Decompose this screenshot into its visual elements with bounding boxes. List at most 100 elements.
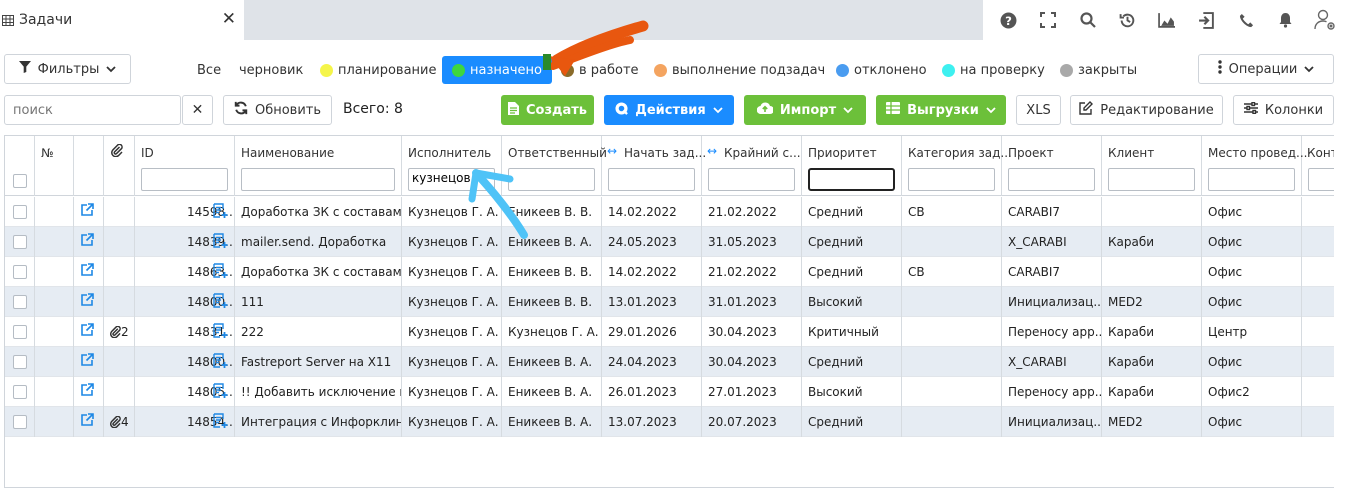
- cell-select[interactable]: [5, 227, 35, 257]
- filter-input-priority[interactable]: [808, 168, 895, 191]
- help-icon[interactable]: ?: [998, 9, 1020, 31]
- filter-input-id[interactable]: [141, 168, 228, 191]
- add-note-icon[interactable]: [213, 380, 228, 407]
- actions-button[interactable]: Действия: [604, 95, 734, 125]
- cell-number[interactable]: [35, 197, 74, 227]
- row-checkbox[interactable]: [13, 385, 27, 399]
- header-responsible[interactable]: Ответственный: [502, 136, 607, 196]
- cell-attachments[interactable]: [104, 197, 135, 227]
- cell-open-link[interactable]: [74, 197, 104, 227]
- create-button[interactable]: Создать: [501, 95, 594, 125]
- row-checkbox[interactable]: [13, 295, 27, 309]
- cell-attachments[interactable]: 2: [104, 317, 135, 347]
- status-filter-review[interactable]: на проверку: [942, 56, 1045, 84]
- cell-open-link[interactable]: [74, 317, 104, 347]
- add-note-icon[interactable]: [213, 410, 228, 437]
- cell-select[interactable]: [5, 197, 35, 227]
- row-checkbox[interactable]: [13, 235, 27, 249]
- operations-button[interactable]: Операции: [1198, 54, 1334, 84]
- cell-attachments[interactable]: [104, 287, 135, 317]
- header-open-link[interactable]: [74, 136, 104, 196]
- header-contact[interactable]: Конт: [1302, 136, 1334, 196]
- header-start-date[interactable]: Начать зад... ↔: [602, 136, 706, 196]
- header-category[interactable]: Категория зад...: [902, 136, 1012, 196]
- external-link-icon[interactable]: [81, 407, 94, 437]
- header-project[interactable]: Проект: [1002, 136, 1102, 196]
- phone-icon[interactable]: [1235, 9, 1257, 31]
- row-checkbox[interactable]: [13, 265, 27, 279]
- columns-button[interactable]: Колонки: [1233, 95, 1334, 125]
- table-row[interactable]: 14805... !! Добавить исключение в... Кузне…: [5, 377, 1334, 407]
- filter-input-place[interactable]: [1208, 168, 1295, 191]
- header-attachments[interactable]: [104, 136, 135, 196]
- external-link-icon[interactable]: [81, 317, 94, 347]
- paperclip-icon[interactable]: [110, 407, 121, 437]
- external-link-icon[interactable]: [81, 347, 94, 377]
- xls-button[interactable]: XLS: [1016, 95, 1061, 125]
- close-icon[interactable]: ✕: [222, 10, 236, 28]
- refresh-button[interactable]: Обновить: [223, 95, 332, 125]
- paperclip-icon[interactable]: [110, 317, 121, 347]
- status-filter-subtasks[interactable]: выполнение подзадач: [654, 56, 825, 84]
- external-link-icon[interactable]: [81, 197, 94, 227]
- filter-input-responsible[interactable]: [508, 168, 595, 191]
- external-link-icon[interactable]: [81, 377, 94, 407]
- row-checkbox[interactable]: [13, 355, 27, 369]
- search-input[interactable]: [4, 95, 181, 125]
- cell-attachments[interactable]: 4: [104, 407, 135, 437]
- header-place[interactable]: Место провед...: [1202, 136, 1307, 196]
- cell-number[interactable]: [35, 347, 74, 377]
- status-filter-rejected[interactable]: отклонено: [836, 56, 927, 84]
- header-number[interactable]: №: [35, 136, 74, 196]
- export-button[interactable]: Выгрузки: [876, 95, 1006, 125]
- filter-input-contact[interactable]: [1308, 168, 1334, 191]
- cell-select[interactable]: [5, 257, 35, 287]
- cell-open-link[interactable]: [74, 227, 104, 257]
- cell-attachments[interactable]: [104, 377, 135, 407]
- status-filter-draft[interactable]: черновик: [239, 56, 303, 84]
- edit-button[interactable]: Редактирование: [1070, 95, 1223, 125]
- table-row[interactable]: 14839... mailer.send. Доработка Кузнецов Г…: [5, 227, 1334, 257]
- table-row[interactable]: 14800... 111 Кузнецов Г. А. Еникеев В. В. 13…: [5, 287, 1334, 317]
- search-icon[interactable]: [1077, 9, 1099, 31]
- table-row[interactable]: 14863... Доработка ЗК с составами Кузнецов…: [5, 257, 1334, 287]
- table-row[interactable]: 2 14831... 222 Кузнецов Г. А. Кузнецов Г. А.…: [5, 317, 1334, 347]
- cell-number[interactable]: [35, 257, 74, 287]
- table-row[interactable]: 14800... Fastreport Server на X11 Кузнецов…: [5, 347, 1334, 377]
- cell-attachments[interactable]: [104, 257, 135, 287]
- status-filter-in-progress[interactable]: в работе: [561, 56, 639, 84]
- cell-open-link[interactable]: [74, 257, 104, 287]
- cell-number[interactable]: [35, 317, 74, 347]
- clear-search-button[interactable]: ✕: [182, 95, 213, 125]
- filter-input-deadline[interactable]: [708, 168, 795, 191]
- filter-input-executor[interactable]: кузнецов: [408, 168, 495, 191]
- import-button[interactable]: Импорт: [744, 95, 866, 125]
- status-filter-closed[interactable]: закрыты: [1060, 56, 1137, 84]
- tab-tasks[interactable]: Задачи ✕: [0, 0, 244, 40]
- cell-select[interactable]: [5, 377, 35, 407]
- add-note-icon[interactable]: [213, 200, 228, 227]
- header-priority[interactable]: Приоритет: [802, 136, 902, 196]
- cell-select[interactable]: [5, 407, 35, 437]
- row-checkbox[interactable]: [13, 325, 27, 339]
- signin-icon[interactable]: [1196, 9, 1218, 31]
- add-note-icon[interactable]: [213, 350, 228, 377]
- external-link-icon[interactable]: [81, 287, 94, 317]
- header-name[interactable]: Наименование: [235, 136, 402, 196]
- cell-open-link[interactable]: [74, 407, 104, 437]
- cell-select[interactable]: [5, 317, 35, 347]
- filter-input-name[interactable]: [241, 168, 395, 191]
- status-filter-assigned[interactable]: назначено: [442, 56, 552, 84]
- cell-number[interactable]: [35, 287, 74, 317]
- cell-attachments[interactable]: [104, 227, 135, 257]
- row-checkbox[interactable]: [13, 205, 27, 219]
- cell-select[interactable]: [5, 287, 35, 317]
- add-note-icon[interactable]: [213, 290, 228, 317]
- cell-select[interactable]: [5, 347, 35, 377]
- cell-open-link[interactable]: [74, 287, 104, 317]
- table-row[interactable]: 4 14854... Интеграция с Инфорклин... Кузнец…: [5, 407, 1334, 437]
- cell-open-link[interactable]: [74, 377, 104, 407]
- cell-number[interactable]: [35, 407, 74, 437]
- filters-button[interactable]: Фильтры: [4, 54, 131, 84]
- filter-input-category[interactable]: [908, 168, 995, 191]
